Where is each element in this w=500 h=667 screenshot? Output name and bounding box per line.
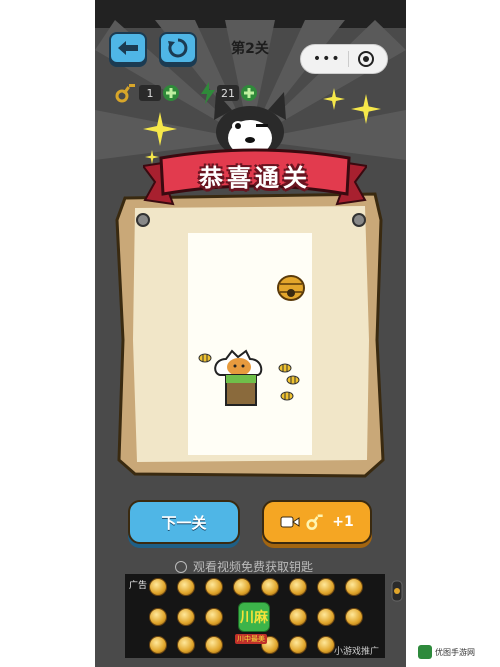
ad-footer: 小游戏推广 [333, 647, 379, 657]
shiba-dog-sprite [214, 349, 263, 406]
coin-icon [205, 578, 223, 596]
key-icon [115, 84, 135, 103]
bee-icon [198, 353, 212, 363]
coin-icon [177, 608, 195, 626]
coin-icon [149, 608, 167, 626]
sparkle-icon [143, 112, 177, 146]
bonus-label: +1 [332, 514, 354, 530]
ad-banner[interactable]: 广告 川麻 川中最美 小游戏推广 [125, 574, 385, 658]
ad-logo-text: 川麻 [240, 610, 268, 626]
watermark-logo [418, 645, 432, 659]
back-button[interactable] [109, 32, 147, 64]
key-count: 1 [139, 85, 161, 101]
mini-program-capsule: ••• [300, 44, 388, 74]
coin-icon [205, 636, 223, 654]
watch-video-option[interactable]: 观看视频免费获取钥匙 [175, 558, 313, 575]
bee-icon [286, 375, 300, 385]
sparkle-icon [323, 88, 345, 110]
dog-mascot [214, 92, 286, 156]
coin-icon [317, 578, 335, 596]
game-screen: 第2关 ••• 1 21 恭喜通关 下一关 +1 观看视频免费获取钥匙 广告 川… [95, 0, 406, 667]
bee-icon [278, 363, 292, 373]
sparkle-icon [351, 94, 381, 124]
coin-icon [345, 578, 363, 596]
coin-icon [149, 578, 167, 596]
ad-game-logo[interactable]: 川麻 [238, 602, 270, 632]
coin-icon [317, 608, 335, 626]
coin-icon [261, 578, 279, 596]
key-icon [306, 514, 323, 530]
coin-icon [149, 636, 167, 654]
level-scene [188, 233, 312, 455]
radio-circle-icon[interactable] [175, 560, 187, 573]
capsule-divider [348, 51, 350, 67]
restart-icon [168, 38, 188, 58]
watermark: 优图手游网 [418, 644, 492, 660]
next-level-label: 下一关 [161, 513, 207, 532]
coin-icon [289, 578, 307, 596]
coin-icon [317, 636, 335, 654]
video-camera-icon [280, 516, 300, 528]
restart-button[interactable] [159, 32, 197, 64]
watch-video-label: 观看视频免费获取钥匙 [193, 560, 314, 574]
target-close-icon[interactable] [357, 50, 375, 68]
bee-icon [280, 391, 294, 401]
side-badge-icon [391, 580, 403, 602]
key-counter: 1 [115, 82, 181, 104]
more-dots-icon[interactable]: ••• [313, 51, 341, 67]
add-key-icon[interactable] [161, 83, 181, 103]
congrats-banner-text: 恭喜通关 [199, 164, 311, 192]
coin-icon [177, 578, 195, 596]
ad-logo-subtitle: 川中最美 [235, 634, 267, 644]
coin-icon [177, 636, 195, 654]
next-level-button[interactable]: 下一关 [128, 500, 240, 544]
coin-icon [289, 608, 307, 626]
level-title: 第2关 [231, 41, 269, 57]
watch-video-key-button[interactable]: +1 [262, 500, 372, 544]
watermark-text: 优图手游网 [435, 647, 475, 657]
back-arrow-icon [118, 41, 138, 55]
coin-icon [233, 578, 251, 596]
coin-icon [289, 636, 307, 654]
coin-icon [205, 608, 223, 626]
beehive-icon [277, 275, 305, 301]
coin-icon [345, 608, 363, 626]
ad-label: 广告 [129, 581, 148, 591]
